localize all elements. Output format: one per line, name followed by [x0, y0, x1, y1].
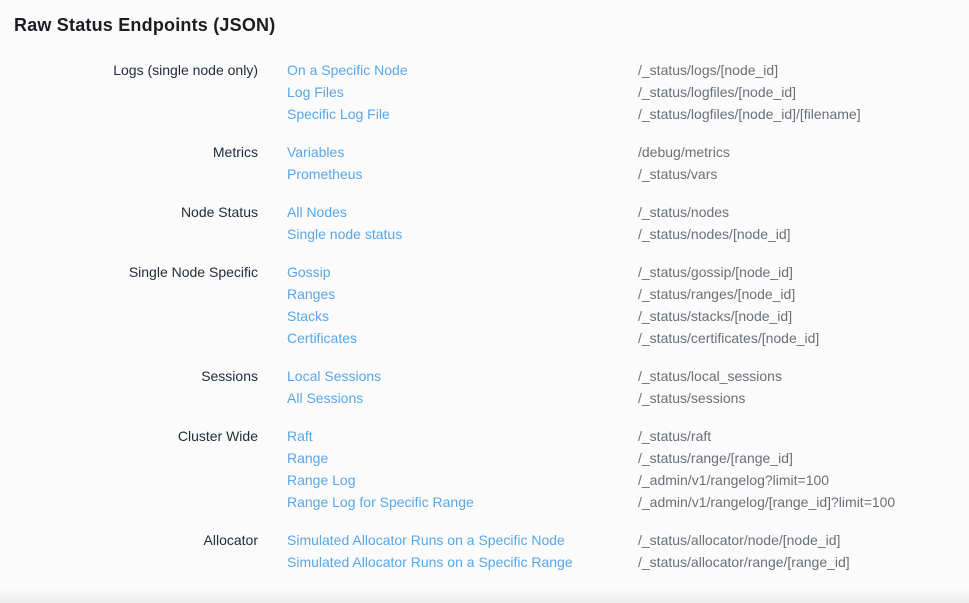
- page-title: Raw Status Endpoints (JSON): [14, 15, 969, 36]
- endpoint-link[interactable]: Stacks: [287, 305, 609, 327]
- category-label: Sessions: [14, 365, 258, 387]
- endpoint-path: /_status/allocator/node/[node_id]: [638, 529, 969, 551]
- debug-endpoints-page: Raw Status Endpoints (JSON) Logs (single…: [0, 0, 969, 573]
- endpoint-path: /_status/nodes/[node_id]: [638, 223, 969, 245]
- category-label: [14, 81, 258, 103]
- endpoint-link[interactable]: Variables: [287, 141, 609, 163]
- endpoint-section: Node Status All Nodes /_status/nodes Single…: [14, 201, 969, 245]
- endpoint-section: Cluster Wide Raft /_status/raft Range /_stat…: [14, 425, 969, 513]
- endpoint-path: /_status/vars: [638, 163, 969, 185]
- endpoint-link[interactable]: Gossip: [287, 261, 609, 283]
- endpoint-path: /_status/logfiles/[node_id]/[filename]: [638, 103, 969, 125]
- category-label: [14, 447, 258, 469]
- endpoint-link[interactable]: Ranges: [287, 283, 609, 305]
- endpoint-path: /_status/gossip/[node_id]: [638, 261, 969, 283]
- endpoint-link[interactable]: Range: [287, 447, 609, 469]
- endpoint-path: /_status/logfiles/[node_id]: [638, 81, 969, 103]
- endpoint-section: Metrics Variables/debug/metrics Prometheus…: [14, 141, 969, 185]
- endpoint-link[interactable]: Simulated Allocator Runs on a Specific R…: [287, 551, 609, 573]
- endpoint-path: /_status/local_sessions: [638, 365, 969, 387]
- endpoint-path: /_status/stacks/[node_id]: [638, 305, 969, 327]
- category-label: [14, 163, 258, 185]
- category-label: Metrics: [14, 141, 258, 163]
- endpoint-section: Sessions Local Sessions /_status/local_ses…: [14, 365, 969, 409]
- endpoint-link[interactable]: Local Sessions: [287, 365, 609, 387]
- category-label: Cluster Wide: [14, 425, 258, 447]
- endpoint-link[interactable]: Specific Log File: [287, 103, 609, 125]
- endpoint-path: /_status/nodes: [638, 201, 969, 223]
- endpoint-link[interactable]: All Sessions: [287, 387, 609, 409]
- footer-gradient-band: [0, 587, 969, 603]
- endpoint-link[interactable]: Single node status: [287, 223, 609, 245]
- category-label: [14, 103, 258, 125]
- category-label: Node Status: [14, 201, 258, 223]
- endpoint-path: /_status/certificates/[node_id]: [638, 327, 969, 349]
- endpoint-path: /_admin/v1/rangelog?limit=100: [638, 469, 969, 491]
- endpoint-path: /_status/allocator/range/[range_id]: [638, 551, 969, 573]
- endpoint-link[interactable]: All Nodes: [287, 201, 609, 223]
- category-label: [14, 491, 258, 513]
- endpoint-section: Single Node Specific Gossip /_status/gossi…: [14, 261, 969, 349]
- endpoint-link[interactable]: Prometheus: [287, 163, 609, 185]
- category-label: Allocator: [14, 529, 258, 551]
- category-label: [14, 305, 258, 327]
- endpoint-path: /_status/range/[range_id]: [638, 447, 969, 469]
- endpoint-link[interactable]: Certificates: [287, 327, 609, 349]
- category-label: [14, 327, 258, 349]
- endpoint-link[interactable]: On a Specific Node: [287, 59, 609, 81]
- category-label: [14, 551, 258, 573]
- endpoint-path: /_status/raft: [638, 425, 969, 447]
- endpoint-path: /_status/logs/[node_id]: [638, 59, 969, 81]
- endpoint-section: Logs (single node only) On a Specific Nod…: [14, 59, 969, 125]
- category-label: Logs (single node only): [14, 59, 258, 81]
- endpoint-path: /_status/sessions: [638, 387, 969, 409]
- endpoint-link[interactable]: Range Log for Specific Range: [287, 491, 609, 513]
- endpoint-link[interactable]: Log Files: [287, 81, 609, 103]
- endpoint-sections-list: Logs (single node only) On a Specific Nod…: [14, 59, 969, 573]
- endpoint-link[interactable]: Raft: [287, 425, 609, 447]
- endpoint-path: /debug/metrics: [638, 141, 969, 163]
- endpoint-link[interactable]: Simulated Allocator Runs on a Specific N…: [287, 529, 609, 551]
- endpoint-path: /_admin/v1/rangelog/[range_id]?limit=100: [638, 491, 969, 513]
- endpoint-link[interactable]: Range Log: [287, 469, 609, 491]
- category-label: [14, 283, 258, 305]
- endpoint-section: Allocator Simulated Allocator Runs on a S…: [14, 529, 969, 573]
- category-label: [14, 387, 258, 409]
- category-label: Single Node Specific: [14, 261, 258, 283]
- category-label: [14, 469, 258, 491]
- category-label: [14, 223, 258, 245]
- endpoint-path: /_status/ranges/[node_id]: [638, 283, 969, 305]
